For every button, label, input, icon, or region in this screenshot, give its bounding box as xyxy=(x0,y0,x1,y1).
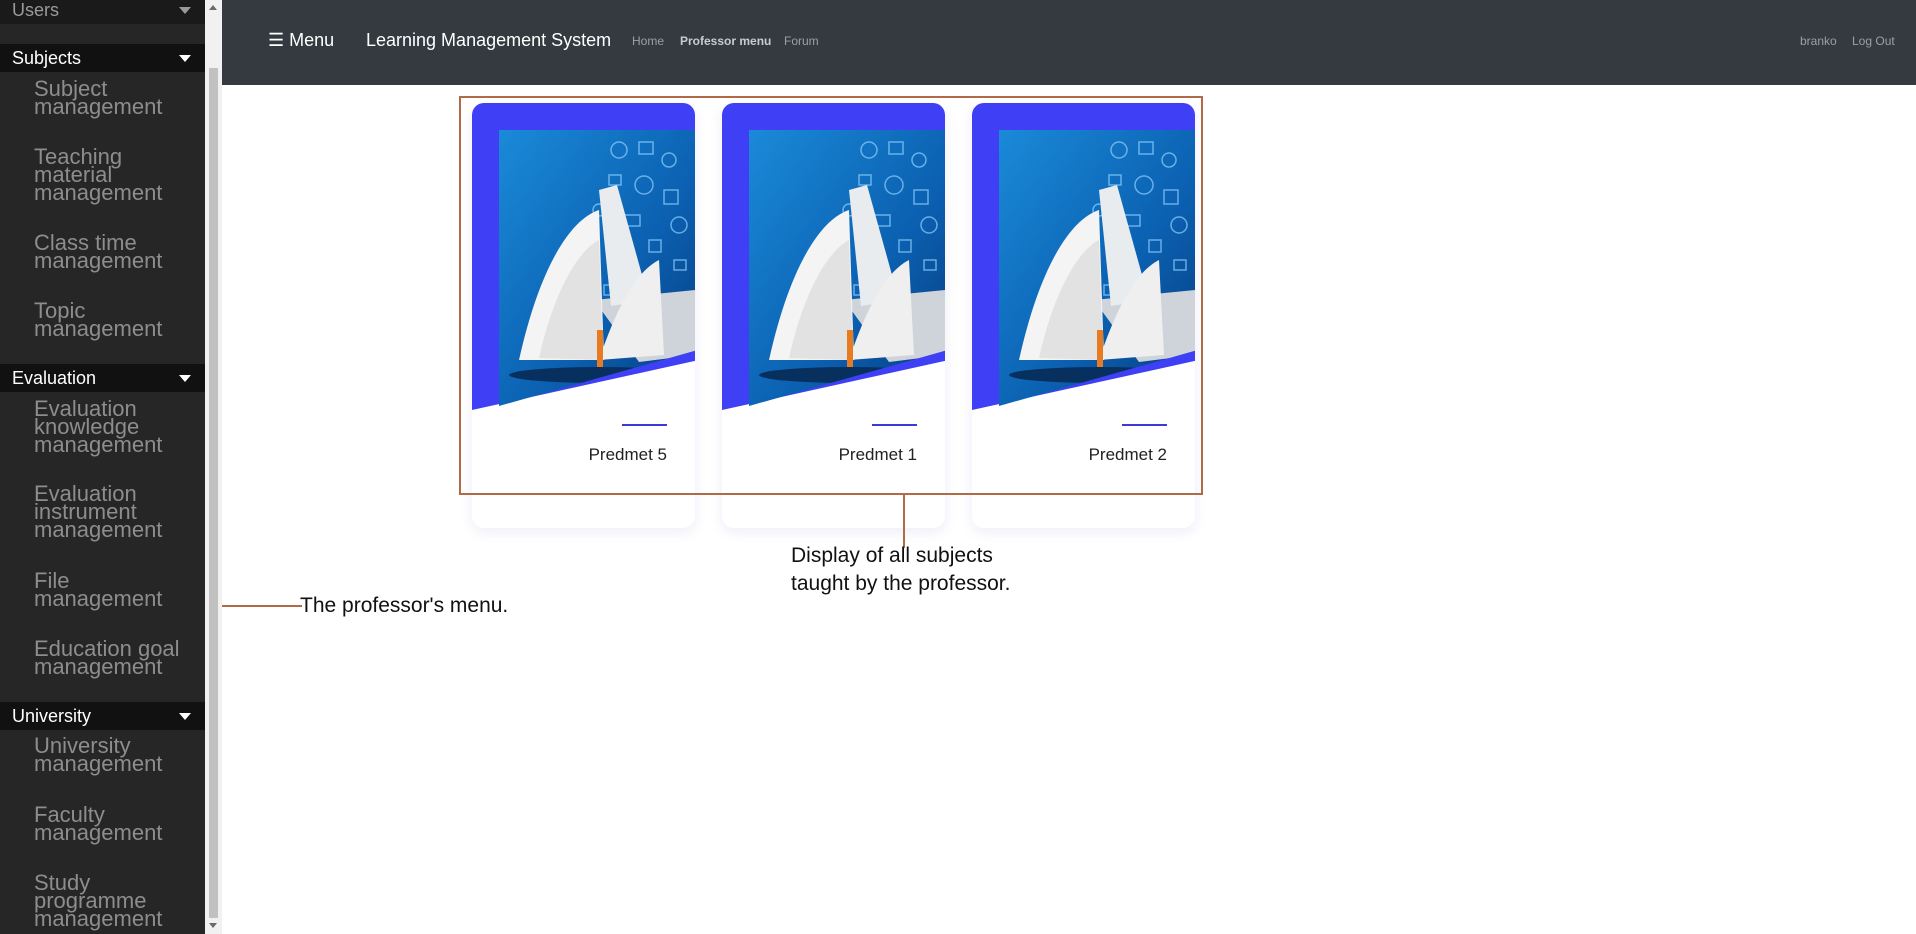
logout-link[interactable]: Log Out xyxy=(1852,34,1895,48)
sidebar-item-label: management xyxy=(34,820,163,845)
nav-link-home[interactable]: Home xyxy=(632,34,664,48)
sidebar-item-label: management xyxy=(34,94,163,119)
sidebar: Users Subjects Subject management Teachi… xyxy=(0,0,205,934)
sidebar-item-label: management xyxy=(34,586,163,611)
annotation-line: taught by the professor. xyxy=(791,572,1011,595)
nav-user-name[interactable]: branko xyxy=(1800,34,1837,48)
sidebar-item-faculty-management[interactable]: Faculty management xyxy=(34,804,202,845)
sidebar-section-label: University xyxy=(12,706,92,726)
sidebar-section-label: Users xyxy=(12,0,60,20)
sidebar-item-university-management[interactable]: University management xyxy=(34,735,202,776)
sidebar-item-label: management xyxy=(34,248,163,273)
sidebar-item-label: management xyxy=(34,517,163,542)
brand-title[interactable]: Learning Management System xyxy=(366,30,611,51)
sidebar-item-label: management xyxy=(34,906,163,931)
nav-link-forum[interactable]: Forum xyxy=(784,34,819,48)
sidebar-section-university[interactable]: University xyxy=(0,702,205,730)
annotation-subjects-text: Display of all subjects taught by the pr… xyxy=(791,542,1010,598)
sidebar-item-label: management xyxy=(34,180,163,205)
scroll-down-arrow-icon[interactable] xyxy=(209,923,217,928)
sidebar-item-label: management xyxy=(34,654,163,679)
sidebar-scrollbar[interactable] xyxy=(205,0,222,934)
caret-down-icon xyxy=(179,55,191,62)
scrollbar-thumb[interactable] xyxy=(209,68,218,918)
annotation-connector-line xyxy=(222,605,302,607)
sidebar-section-evaluation[interactable]: Evaluation xyxy=(0,364,205,392)
sidebar-section-label: Evaluation xyxy=(12,368,97,388)
sidebar-item-education-goal-management[interactable]: Education goal management xyxy=(34,638,202,679)
caret-down-icon xyxy=(179,7,191,14)
sidebar-item-file-management[interactable]: File management xyxy=(34,570,202,611)
sidebar-item-label: management xyxy=(34,751,163,776)
menu-toggle-button[interactable]: ☰ Menu xyxy=(268,30,334,51)
annotation-line: Display of all subjects xyxy=(791,544,993,567)
caret-down-icon xyxy=(179,375,191,382)
sidebar-section-subjects[interactable]: Subjects xyxy=(0,44,205,72)
sidebar-item-teaching-material-management[interactable]: Teaching material management xyxy=(34,146,202,205)
sidebar-item-label: management xyxy=(34,432,163,457)
top-navbar: ☰ Menu Learning Management System Home P… xyxy=(222,0,1916,85)
subjects-highlight-box xyxy=(459,96,1203,495)
annotation-connector-line xyxy=(903,495,905,548)
sidebar-item-class-time-management[interactable]: Class time management xyxy=(34,232,202,273)
sidebar-item-study-programme-management[interactable]: Study programme management xyxy=(34,872,202,931)
sidebar-item-topic-management[interactable]: Topic management xyxy=(34,300,202,341)
scroll-up-arrow-icon[interactable] xyxy=(209,5,217,10)
annotation-menu-text: The professor's menu. xyxy=(300,594,509,617)
sidebar-item-label: management xyxy=(34,316,163,341)
sidebar-item-evaluation-instrument-management[interactable]: Evaluation instrument management xyxy=(34,483,202,542)
sidebar-item-subject-management[interactable]: Subject management xyxy=(34,78,202,119)
sidebar-section-label: Subjects xyxy=(12,48,82,68)
caret-down-icon xyxy=(179,713,191,720)
sidebar-section-users[interactable]: Users xyxy=(0,0,205,24)
nav-link-professor-menu[interactable]: Professor menu xyxy=(680,34,771,48)
sidebar-item-evaluation-knowledge-management[interactable]: Evaluation knowledge management xyxy=(34,398,202,457)
